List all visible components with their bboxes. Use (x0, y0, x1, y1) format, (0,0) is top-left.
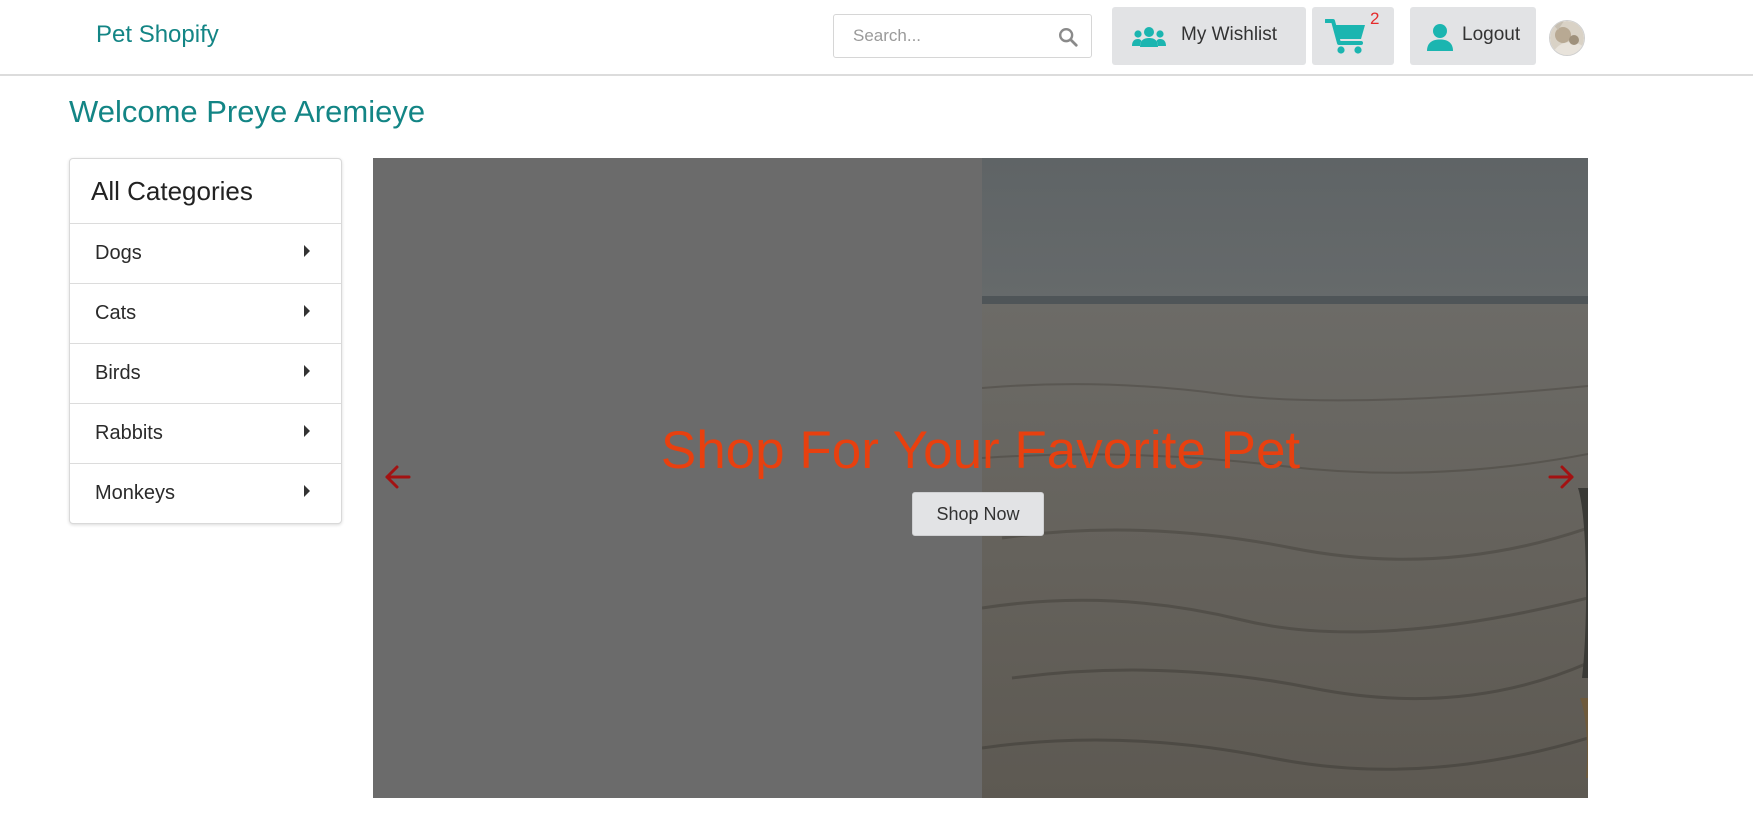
sidebar-item-label: Monkeys (95, 482, 176, 504)
wishlist-button[interactable]: My Wishlist (1112, 7, 1306, 65)
user-icon (1427, 24, 1453, 51)
sidebar-item-label: Birds (95, 362, 141, 384)
users-icon (1132, 27, 1166, 47)
cart-icon (1325, 19, 1365, 54)
brand-link[interactable]: Pet Shopify (96, 21, 219, 49)
caret-right-icon (304, 425, 310, 437)
caret-right-icon (304, 365, 310, 377)
cart-count-badge: 2 (1370, 9, 1380, 28)
welcome-heading: Welcome Preye Aremieye (69, 94, 426, 129)
category-sidebar: All Categories Dogs Cats Birds Rabbits M… (69, 158, 342, 524)
arrow-right-icon[interactable] (1547, 464, 1575, 490)
sidebar-item-monkeys[interactable]: Monkeys (70, 464, 341, 524)
sidebar-heading: All Categories (70, 159, 341, 224)
sidebar-item-label: Dogs (95, 242, 142, 264)
cart-button[interactable]: 2 (1312, 7, 1394, 65)
top-navbar: Pet Shopify My Wishlist 2 (0, 0, 1753, 76)
sidebar-item-birds[interactable]: Birds (70, 344, 341, 404)
avatar-image (1550, 21, 1584, 55)
sidebar-item-label: Cats (95, 302, 137, 324)
search-input[interactable] (835, 16, 1055, 56)
logout-label: Logout (1462, 24, 1521, 45)
caret-right-icon (304, 485, 310, 497)
hero-carousel: Shop For Your Favorite Pet Shop Now (373, 158, 1588, 798)
arrow-left-icon[interactable] (384, 464, 412, 490)
shop-now-button[interactable]: Shop Now (912, 492, 1044, 536)
sidebar-item-dogs[interactable]: Dogs (70, 224, 341, 284)
search-icon[interactable] (1057, 26, 1079, 48)
sidebar-item-label: Rabbits (95, 422, 163, 444)
sidebar-item-cats[interactable]: Cats (70, 284, 341, 344)
logout-button[interactable]: Logout (1410, 7, 1536, 65)
hero-title: Shop For Your Favorite Pet (660, 421, 1301, 480)
wishlist-label: My Wishlist (1181, 24, 1278, 45)
avatar[interactable] (1549, 20, 1585, 56)
caret-right-icon (304, 245, 310, 257)
search-box (833, 14, 1092, 58)
caret-right-icon (304, 305, 310, 317)
sidebar-item-rabbits[interactable]: Rabbits (70, 404, 341, 464)
